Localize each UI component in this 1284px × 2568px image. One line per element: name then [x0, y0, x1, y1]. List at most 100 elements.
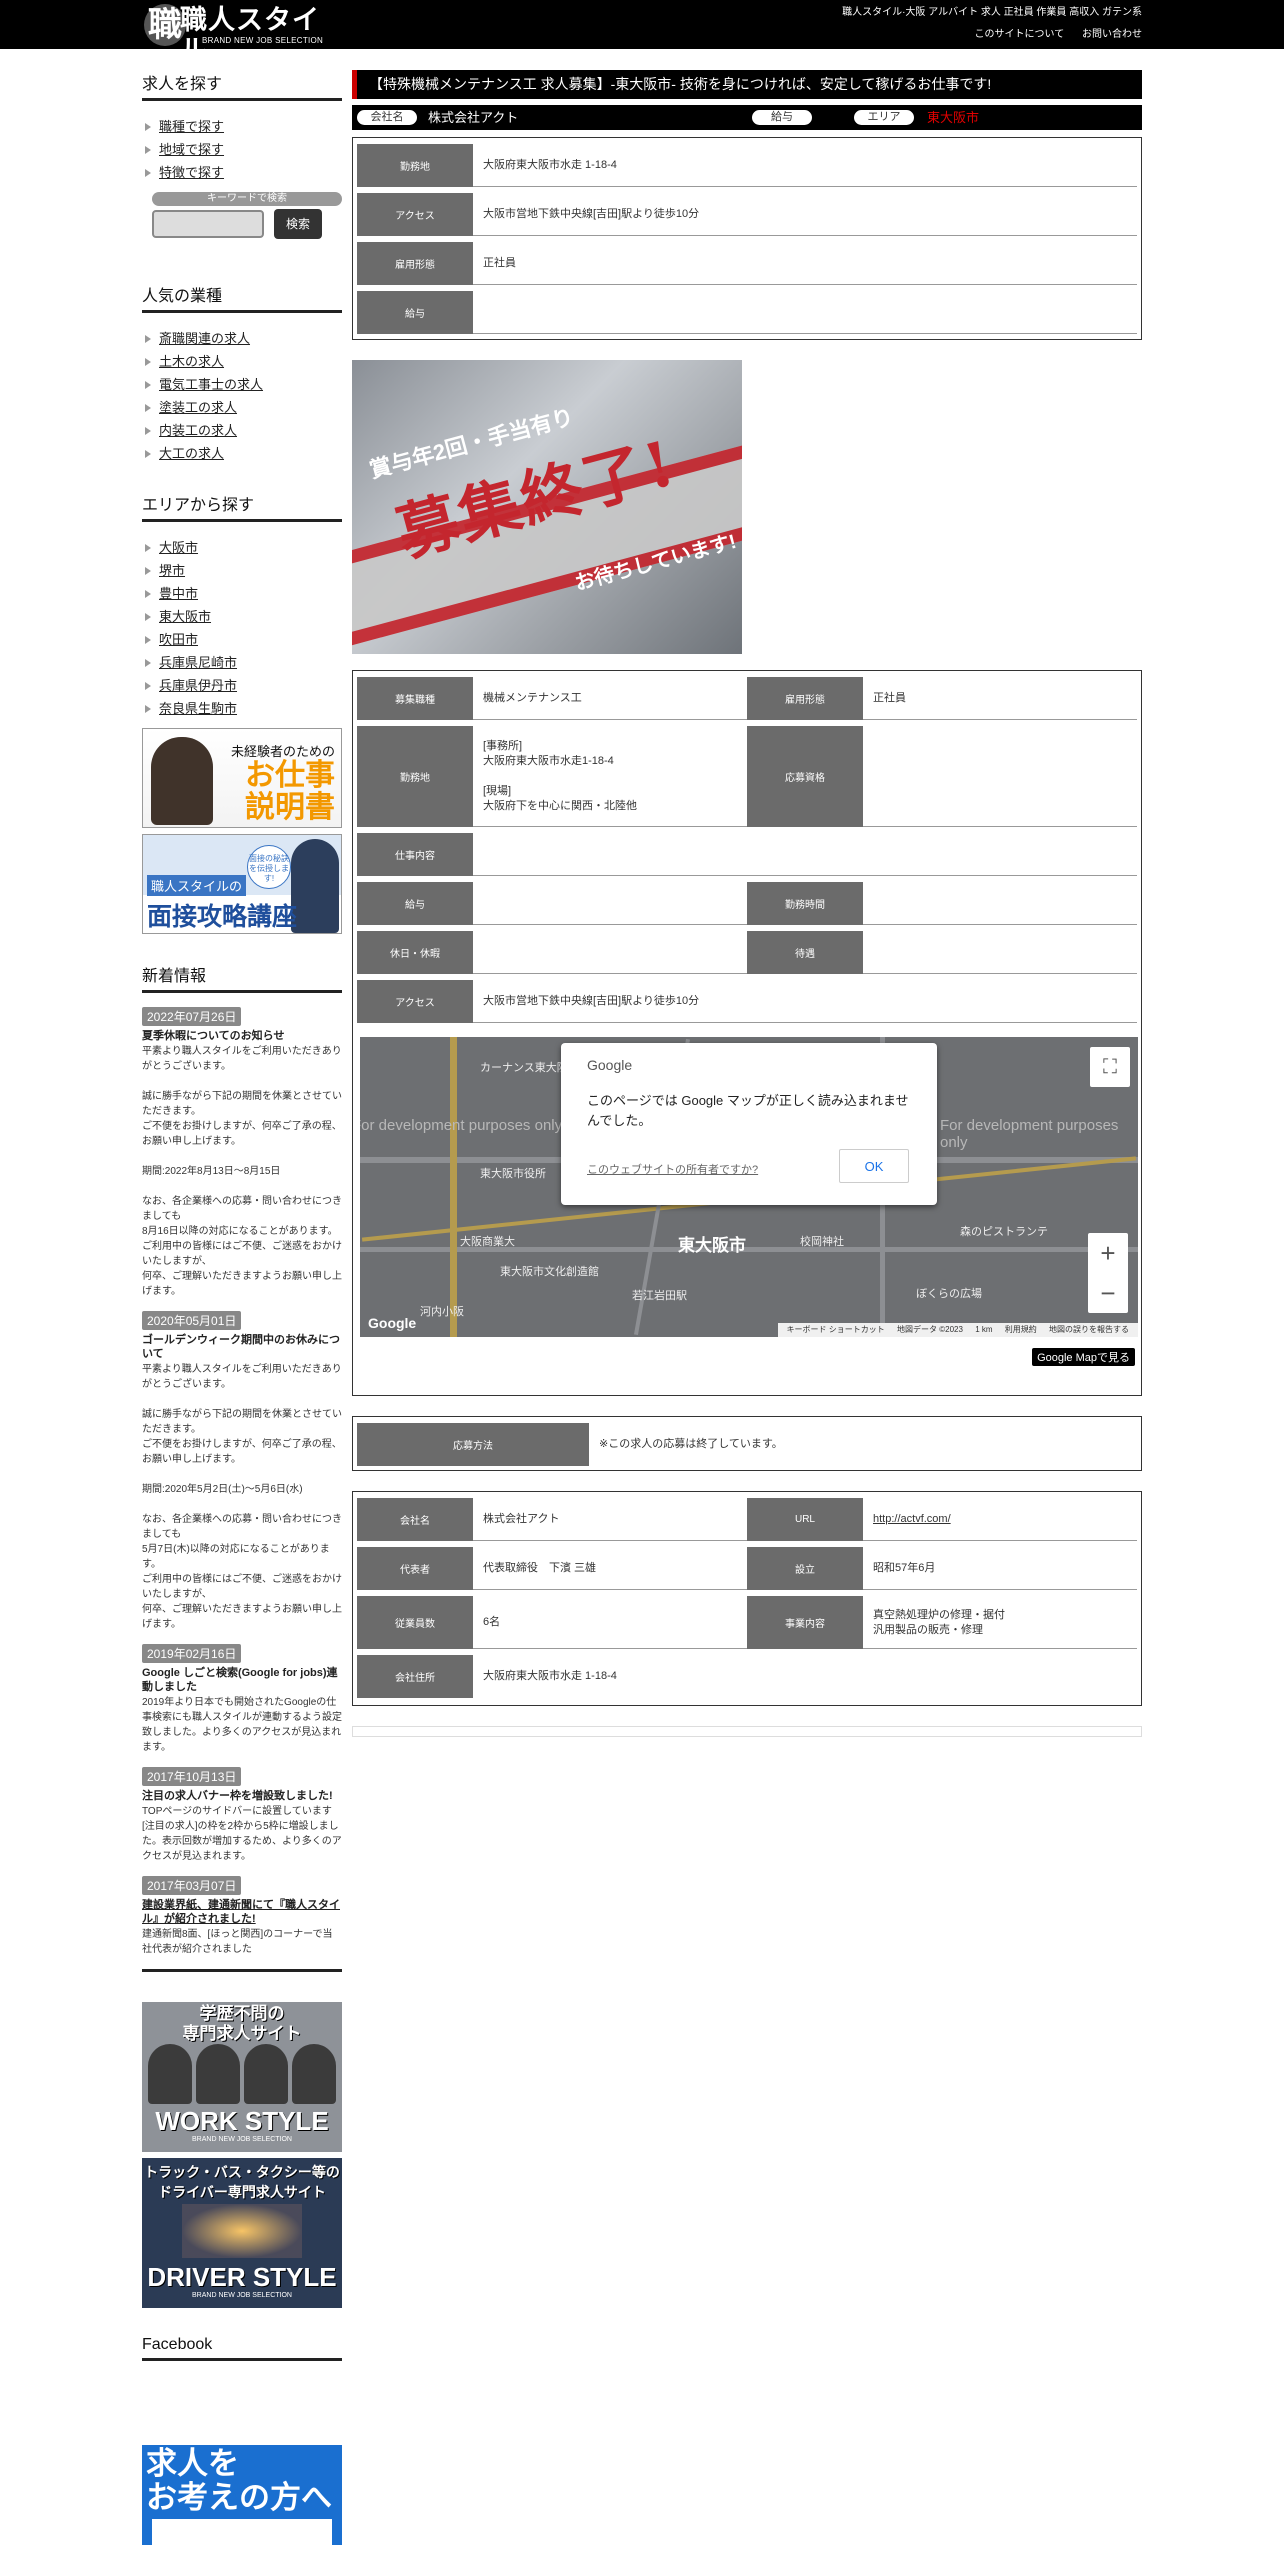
news-section: 新着情報 2022年07月26日 夏季休暇についてのお知らせ 平素より職人スタイ… — [142, 962, 342, 1972]
google-map[interactable]: For development purposes only For develo… — [360, 1037, 1138, 1337]
news-body: TOPページのサイドバーに設置しています[注目の求人]の枠を2枠から5枠に増設し… — [142, 1806, 342, 1862]
apply-table: 応募方法 ※この求人の応募は終了しています。 — [352, 1416, 1142, 1471]
map-city: 東大阪市 — [678, 1236, 746, 1255]
news-heading: 新着情報 — [142, 962, 342, 993]
work-style-banner[interactable]: 学歴不問の 専門求人サイト WORK STYLE BRAND NEW JOB SE… — [142, 2002, 342, 2152]
row-label: 代表者 — [357, 1547, 473, 1590]
search-by-job-link[interactable]: 職種で探す — [142, 115, 342, 138]
company-table: 会社名 株式会社アクト URL http://actvf.com/ 代表者 代表… — [352, 1491, 1142, 1706]
table-row: アクセス 大阪市営地下鉄中央線[吉田]駅より徒歩10分 — [357, 980, 1137, 1023]
search-by-area-link[interactable]: 地域で探す — [142, 138, 342, 161]
news-item: 2017年10月13日 注目の求人バナー枠を増設致しました! TOPページのサイ… — [142, 1767, 342, 1864]
road-image — [182, 2204, 302, 2258]
area-link[interactable]: 堺市 — [142, 559, 342, 582]
map-place: ぼくらの広場 — [916, 1288, 982, 1300]
owner-question-link[interactable]: このウェブサイトの所有者ですか? — [587, 1161, 758, 1177]
dialog-brand: Google — [587, 1057, 633, 1073]
zoom-in-button[interactable]: + — [1088, 1233, 1128, 1273]
banner-subtitle: BRAND NEW JOB SELECTION — [192, 2136, 292, 2143]
news-title[interactable]: ゴールデンウィーク期間中のお休みについて — [142, 1333, 342, 1361]
table-row: 募集職種 機械メンテナンス工 — [357, 677, 747, 720]
area-link[interactable]: 奈良県生駒市 — [142, 697, 342, 720]
company-tag: 会社名 — [357, 110, 417, 125]
area-link[interactable]: 兵庫県尼崎市 — [142, 651, 342, 674]
facebook-heading: Facebook — [142, 2336, 342, 2361]
popular-link[interactable]: 大工の求人 — [142, 442, 342, 465]
banner-title: DRIVER STYLE — [147, 2262, 337, 2292]
news-body: 平素より職人スタイルをご利用いただきありがとうございます。 誠に勝手ながら下記の… — [142, 1046, 342, 1297]
banner-text: 学歴不問の — [199, 2004, 285, 2023]
report-error-link[interactable]: 地図の誤りを報告する — [1049, 1325, 1129, 1334]
map-place: 若江岩田駅 — [632, 1290, 687, 1302]
site-logo[interactable]: 職 職人スタイル BRAND NEW JOB SELECTION — [144, 4, 340, 66]
news-title[interactable]: Google しごと検索(Google for jobs)連動しました — [142, 1666, 342, 1694]
area-link[interactable]: 吹田市 — [142, 628, 342, 651]
news-title[interactable]: 夏季休暇についてのお知らせ — [142, 1029, 342, 1043]
row-value: 6名 — [483, 1616, 501, 1628]
interview-banner[interactable]: 面接の秘訣を伝授します! 職人スタイルの 面接攻略講座 — [142, 834, 342, 934]
ok-button[interactable]: OK — [839, 1149, 909, 1183]
news-body: 建通新聞8面、[ほっと関西]のコーナーで当社代表が紹介されました — [142, 1929, 333, 1955]
popular-link[interactable]: 電気工事士の求人 — [142, 373, 342, 396]
zoom-out-button[interactable]: − — [1088, 1273, 1128, 1313]
contact-link[interactable]: お問い合わせ — [1082, 29, 1142, 40]
row-label: 設立 — [747, 1547, 863, 1590]
news-item: 2017年03月07日 建設業界紙、建通新聞にて『職人スタイル』が紹介されました… — [142, 1876, 342, 1957]
popular-link[interactable]: 斎職関連の求人 — [142, 327, 342, 350]
news-title[interactable]: 注目の求人バナー枠を増設致しました! — [142, 1789, 342, 1803]
row-label: 勤務時間 — [747, 882, 863, 925]
row-label: URL — [747, 1498, 863, 1541]
area-link[interactable]: 豊中市 — [142, 582, 342, 605]
map-place: 校岡神社 — [800, 1236, 844, 1248]
main-content: 【特殊機械メンテナンス工 求人募集】-東大阪市- 技術を身につければ、安定して稼… — [352, 70, 1142, 1737]
about-link[interactable]: このサイトについて — [975, 29, 1065, 40]
fullscreen-button[interactable]: ⛶ — [1090, 1047, 1130, 1087]
keyboard-shortcuts-link[interactable]: キーボード ショートカット — [787, 1325, 885, 1334]
area-link[interactable]: 東大阪市 — [142, 605, 342, 628]
popular-link[interactable]: 土木の求人 — [142, 350, 342, 373]
search-by-feature-link[interactable]: 特徴で探す — [142, 161, 342, 184]
row-label: 待遇 — [747, 931, 863, 974]
company-url-link[interactable]: http://actvf.com/ — [873, 1498, 951, 1541]
employer-banner[interactable]: 求人を お考えの方へ — [142, 2445, 342, 2545]
news-date: 2017年03月07日 — [142, 1876, 242, 1895]
table-row: 仕事内容 — [357, 833, 1137, 876]
row-value: 大阪府東大阪市水走 1-18-4 — [483, 159, 617, 171]
popular-link[interactable]: 塗装工の求人 — [142, 396, 342, 419]
banner-text: 説明書 — [245, 791, 335, 824]
row-label: 募集職種 — [357, 677, 473, 720]
dev-watermark: For development purposes only — [360, 1117, 563, 1134]
row-value: 昭和57年6月 — [873, 1562, 936, 1574]
job-guide-banner[interactable]: 未経験者のための お仕事 説明書 — [142, 728, 342, 828]
news-body: 2019年より日本でも開始されたGoogleの仕事検索にも職人スタイルが連動する… — [142, 1697, 342, 1753]
search-links: 職種で探す 地域で探す 特徴で探す — [142, 115, 342, 184]
area-tag: エリア — [854, 110, 914, 125]
keyword-input[interactable] — [152, 210, 264, 238]
popular-list: 斎職関連の求人 土木の求人 電気工事士の求人 塗装工の求人 内装工の求人 大工の… — [142, 327, 342, 465]
scale-bar: 1 km — [975, 1325, 993, 1334]
map-place: 大阪商業大 — [460, 1236, 515, 1248]
job-photo: 賞与年2回・手当有り 募集終了! お待ちしています! — [352, 360, 742, 654]
people-image — [148, 2044, 336, 2104]
keyword-label: キーワードで検索 — [152, 192, 342, 206]
table-row: 会社名 株式会社アクト — [357, 1498, 747, 1541]
row-value: ※この求人の応募は終了しています。 — [599, 1438, 783, 1450]
table-row: 雇用形態 正社員 — [747, 677, 1137, 720]
open-google-map-button[interactable]: Google Mapで見る — [1032, 1348, 1135, 1366]
sidebar: 求人を探す 職種で探す 地域で探す 特徴で探す キーワードで検索 検索 人気の業… — [142, 70, 342, 2545]
dialog-message: このページでは Google マップが正しく読み込まれませんでした。 — [587, 1093, 909, 1128]
area-link[interactable]: 兵庫県伊丹市 — [142, 674, 342, 697]
popular-link[interactable]: 内装工の求人 — [142, 419, 342, 442]
news-date: 2017年10月13日 — [142, 1767, 242, 1786]
news-body: 平素より職人スタイルをご利用いただきありがとうございます。 誠に勝手ながら下記の… — [142, 1364, 342, 1630]
terms-link[interactable]: 利用規約 — [1005, 1325, 1037, 1334]
news-title[interactable]: 建設業界紙、建通新聞にて『職人スタイル』が紹介されました! — [142, 1898, 342, 1926]
row-label: 応募資格 — [747, 726, 863, 827]
search-button[interactable]: 検索 — [274, 209, 322, 239]
driver-style-banner[interactable]: トラック・バス・タクシー等の ドライバー専門求人サイト DRIVER STYLE … — [142, 2158, 342, 2308]
table-row: 事業内容 真空熱処理炉の修理・据付 汎用製品の販売・修理 — [747, 1596, 1137, 1649]
area-link[interactable]: 大阪市 — [142, 536, 342, 559]
table-row: アクセス 大阪市営地下鉄中央線[吉田]駅より徒歩10分 — [357, 193, 1137, 236]
row-value: 大阪府東大阪市水走 1-18-4 — [483, 1670, 617, 1682]
area-heading: エリアから探す — [142, 491, 342, 522]
